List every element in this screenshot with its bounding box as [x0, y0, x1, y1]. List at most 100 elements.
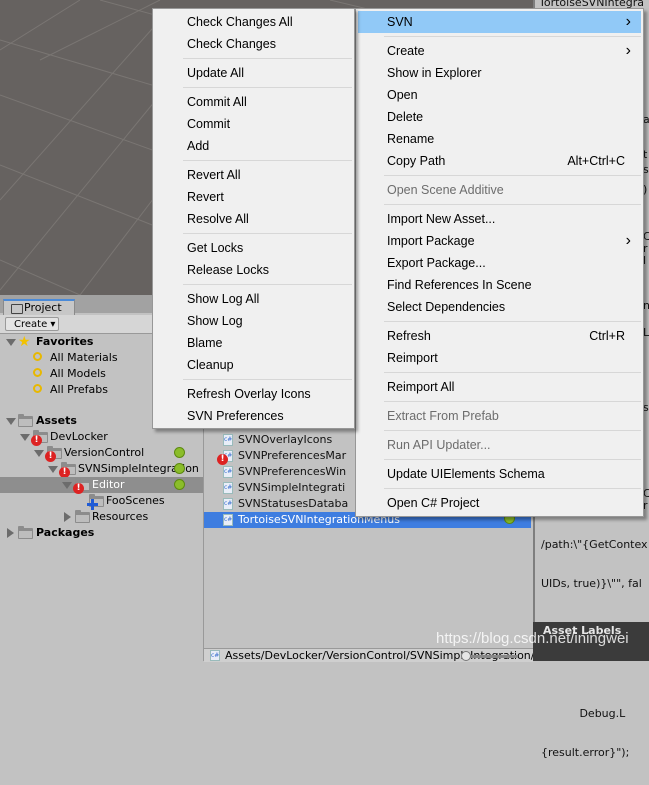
menu-item-export-package[interactable]: Export Package... — [358, 252, 641, 274]
menu-item-check-changes-all[interactable]: Check Changes All — [155, 11, 352, 33]
menu-item-import-package[interactable]: Import Package › — [358, 230, 641, 252]
collapse-arrow-icon[interactable] — [7, 528, 14, 538]
tree-item-packages[interactable]: Packages — [0, 525, 150, 541]
tree-item-editor[interactable]: ! Editor — [0, 477, 203, 494]
menu-item-open-scene-additive: Open Scene Additive — [358, 179, 641, 201]
menu-separator — [384, 321, 641, 322]
folder-icon — [18, 414, 33, 427]
tree-item-all-models[interactable]: All Models — [0, 366, 150, 382]
menu-item-label: Export Package... — [387, 256, 486, 270]
tree-item-resources[interactable]: Resources — [0, 509, 190, 525]
tab-project[interactable]: Project — [3, 299, 75, 316]
tree-item-assets[interactable]: Assets — [0, 413, 150, 429]
menu-separator — [384, 36, 641, 37]
menu-item-cleanup[interactable]: Cleanup — [155, 354, 352, 376]
file-item-svnoverlayicons[interactable]: c# SVNOverlayIcons — [204, 432, 354, 448]
menu-separator — [384, 401, 641, 402]
tree-item-fooscenes[interactable]: FooScenes — [0, 493, 190, 510]
menu-separator — [183, 160, 352, 161]
create-dropdown-button[interactable]: Create ▾ — [5, 317, 59, 331]
menu-item-label: Open C# Project — [387, 496, 480, 510]
submenu-arrow-icon: › — [625, 13, 631, 30]
menu-separator — [384, 372, 641, 373]
menu-item-label: Reimport All — [387, 380, 455, 394]
expand-arrow-icon[interactable] — [62, 482, 72, 489]
menu-item-reimport[interactable]: Reimport — [358, 347, 641, 369]
file-item-svnpreferencesmanager[interactable]: c# ! SVNPreferencesMar — [204, 448, 354, 465]
menu-item-get-locks[interactable]: Get Locks — [155, 237, 352, 259]
expand-arrow-icon[interactable] — [20, 434, 30, 441]
menu-item-delete[interactable]: Delete — [358, 106, 641, 128]
file-item-svnsimpleintegration[interactable]: c# SVNSimpleIntegrati — [204, 480, 354, 496]
menu-item-show-in-explorer[interactable]: Show in Explorer — [358, 62, 641, 84]
icon-size-slider-thumb[interactable] — [461, 651, 471, 661]
menu-item-label: Extract From Prefab — [387, 409, 499, 423]
menu-item-select-dependencies[interactable]: Select Dependencies — [358, 296, 641, 318]
menu-item-label: Revert — [187, 190, 224, 204]
menu-item-commit[interactable]: Commit — [155, 113, 352, 135]
tree-item-all-prefabs[interactable]: All Prefabs — [0, 382, 150, 398]
menu-separator — [183, 233, 352, 234]
tree-item-favorites[interactable]: ★ Favorites — [0, 334, 150, 350]
svn-submenu: Check Changes All Check Changes Update All… — [152, 8, 355, 429]
expand-arrow-icon[interactable] — [6, 339, 16, 346]
expand-arrow-icon[interactable] — [6, 418, 16, 425]
folder-icon — [11, 304, 23, 314]
menu-item-label: Import Package — [387, 234, 475, 248]
menu-item-blame[interactable]: Blame — [155, 332, 352, 354]
menu-item-label: Release Locks — [187, 263, 269, 277]
menu-separator — [384, 430, 641, 431]
menu-item-copy-path[interactable]: Copy Path Alt+Ctrl+C — [358, 150, 641, 172]
search-icon — [33, 352, 42, 361]
menu-item-label: Find References In Scene — [387, 278, 532, 292]
menu-item-create[interactable]: Create › — [358, 40, 641, 62]
menu-item-refresh[interactable]: Refresh Ctrl+R — [358, 325, 641, 347]
menu-item-add[interactable]: Add — [155, 135, 352, 157]
file-item-svnpreferenceswindow[interactable]: c# SVNPreferencesWin — [204, 464, 354, 480]
menu-item-open-c-project[interactable]: Open C# Project — [358, 492, 641, 514]
menu-item-label: Show Log All — [187, 292, 260, 306]
incoming-changes-icon — [174, 463, 185, 474]
menu-item-label: Cleanup — [187, 358, 234, 372]
menu-item-svn[interactable]: SVN › — [358, 11, 641, 33]
menu-item-update-uielements-schema[interactable]: Update UIElements Schema — [358, 463, 641, 485]
menu-item-reimport-all[interactable]: Reimport All — [358, 376, 641, 398]
file-item-svnstatusesdatabase[interactable]: c# SVNStatusesDataba — [204, 496, 354, 512]
tree-item-versioncontrol[interactable]: ! VersionControl — [0, 445, 200, 462]
collapse-arrow-icon[interactable] — [64, 512, 71, 522]
menu-item-revert[interactable]: Revert — [155, 186, 352, 208]
tree-item-all-materials[interactable]: All Materials — [0, 350, 150, 366]
tree-item-svnsimpleintegration[interactable]: ! SVNSimpleIntegration — [0, 461, 203, 477]
menu-item-commit-all[interactable]: Commit All — [155, 91, 352, 113]
conflict-icon: ! — [59, 467, 70, 477]
menu-item-label: Copy Path — [387, 154, 446, 168]
menu-item-show-log-all[interactable]: Show Log All — [155, 288, 352, 310]
menu-item-label: SVN Preferences — [187, 409, 284, 423]
menu-item-revert-all[interactable]: Revert All — [155, 164, 352, 186]
menu-item-update-all[interactable]: Update All — [155, 62, 352, 84]
tree-item-devlocker[interactable]: ! DevLocker — [0, 429, 190, 446]
menu-item-label: Blame — [187, 336, 223, 350]
menu-item-label: Commit — [187, 117, 231, 131]
menu-item-label: Rename — [387, 132, 435, 146]
icon-size-slider[interactable] — [465, 655, 518, 658]
incoming-changes-icon — [174, 479, 185, 490]
menu-item-refresh-overlay-icons[interactable]: Refresh Overlay Icons — [155, 383, 352, 405]
menu-item-check-changes[interactable]: Check Changes — [155, 33, 352, 55]
expand-arrow-icon[interactable] — [34, 450, 44, 457]
menu-item-label: Show Log — [187, 314, 243, 328]
menu-item-find-references-in-scene[interactable]: Find References In Scene — [358, 274, 641, 296]
menu-item-release-locks[interactable]: Release Locks — [155, 259, 352, 281]
menu-item-label: Check Changes All — [187, 15, 293, 29]
menu-item-resolve-all[interactable]: Resolve All — [155, 208, 352, 230]
menu-item-label: Select Dependencies — [387, 300, 506, 314]
menu-separator — [384, 204, 641, 205]
menu-item-rename[interactable]: Rename — [358, 128, 641, 150]
watermark-text: https://blog.csdn.net/iningwei — [436, 630, 629, 647]
menu-item-import-new-asset[interactable]: Import New Asset... — [358, 208, 641, 230]
menu-item-show-log[interactable]: Show Log — [155, 310, 352, 332]
expand-arrow-icon[interactable] — [48, 466, 58, 473]
menu-item-open[interactable]: Open — [358, 84, 641, 106]
menu-item-svn-preferences[interactable]: SVN Preferences — [155, 405, 352, 427]
menu-separator — [183, 58, 352, 59]
